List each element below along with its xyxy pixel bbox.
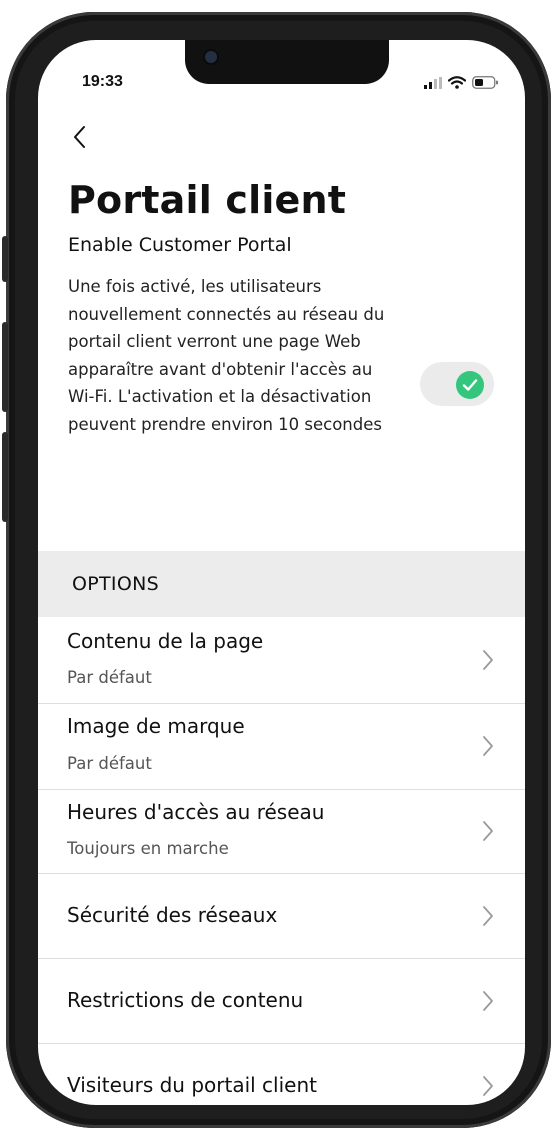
portal-toggle-description: Une fois activé, les utilisateurs nouvel… bbox=[68, 277, 385, 434]
option-network-security[interactable]: Sécurité des réseaux bbox=[38, 874, 525, 959]
option-branding[interactable]: Image de marque Par défaut bbox=[38, 704, 525, 790]
check-icon bbox=[462, 379, 478, 391]
volume-down-button bbox=[2, 432, 8, 522]
option-subtitle: Par défaut bbox=[67, 668, 152, 687]
chevron-right-icon bbox=[483, 906, 493, 926]
option-title: Contenu de la page bbox=[67, 629, 264, 653]
toggle-knob bbox=[456, 371, 484, 399]
chevron-right-icon bbox=[483, 1076, 493, 1096]
option-content-restrictions[interactable]: Restrictions de contenu bbox=[38, 959, 525, 1044]
cellular-signal-icon bbox=[424, 76, 442, 89]
chevron-right-icon bbox=[483, 650, 493, 670]
option-title: Image de marque bbox=[67, 714, 245, 738]
chevron-right-icon bbox=[483, 736, 493, 756]
options-header-label: OPTIONS bbox=[72, 573, 159, 595]
volume-up-button bbox=[2, 322, 8, 412]
option-title: Heures d'accès au réseau bbox=[67, 800, 325, 824]
wifi-icon bbox=[448, 76, 466, 89]
status-time: 19:33 bbox=[82, 73, 123, 90]
page-title: Portail client bbox=[68, 178, 347, 222]
battery-icon bbox=[472, 76, 498, 89]
option-network-access-hours[interactable]: Heures d'accès au réseau Toujours en mar… bbox=[38, 790, 525, 874]
portal-toggle-switch[interactable] bbox=[420, 362, 494, 406]
option-title: Visiteurs du portail client bbox=[67, 1073, 317, 1097]
option-portal-visitors[interactable]: Visiteurs du portail client bbox=[38, 1044, 525, 1105]
app-screen: 19:33 Portail client Enable Customer Por… bbox=[38, 40, 525, 1105]
notch bbox=[185, 40, 389, 84]
ringer-switch bbox=[2, 236, 8, 282]
status-icons bbox=[424, 76, 499, 89]
option-title: Sécurité des réseaux bbox=[67, 903, 278, 927]
option-page-content[interactable]: Contenu de la page Par défaut bbox=[38, 617, 525, 704]
option-subtitle: Toujours en marche bbox=[67, 839, 229, 858]
options-section-header: OPTIONS bbox=[38, 551, 525, 617]
back-button[interactable] bbox=[68, 120, 92, 154]
chevron-right-icon bbox=[483, 991, 493, 1011]
front-camera bbox=[205, 51, 217, 63]
option-title: Restrictions de contenu bbox=[67, 988, 304, 1012]
chevron-left-icon bbox=[74, 126, 85, 148]
portal-toggle-label: Enable Customer Portal bbox=[68, 234, 292, 256]
chevron-right-icon bbox=[483, 821, 493, 841]
option-subtitle: Par défaut bbox=[67, 754, 152, 773]
